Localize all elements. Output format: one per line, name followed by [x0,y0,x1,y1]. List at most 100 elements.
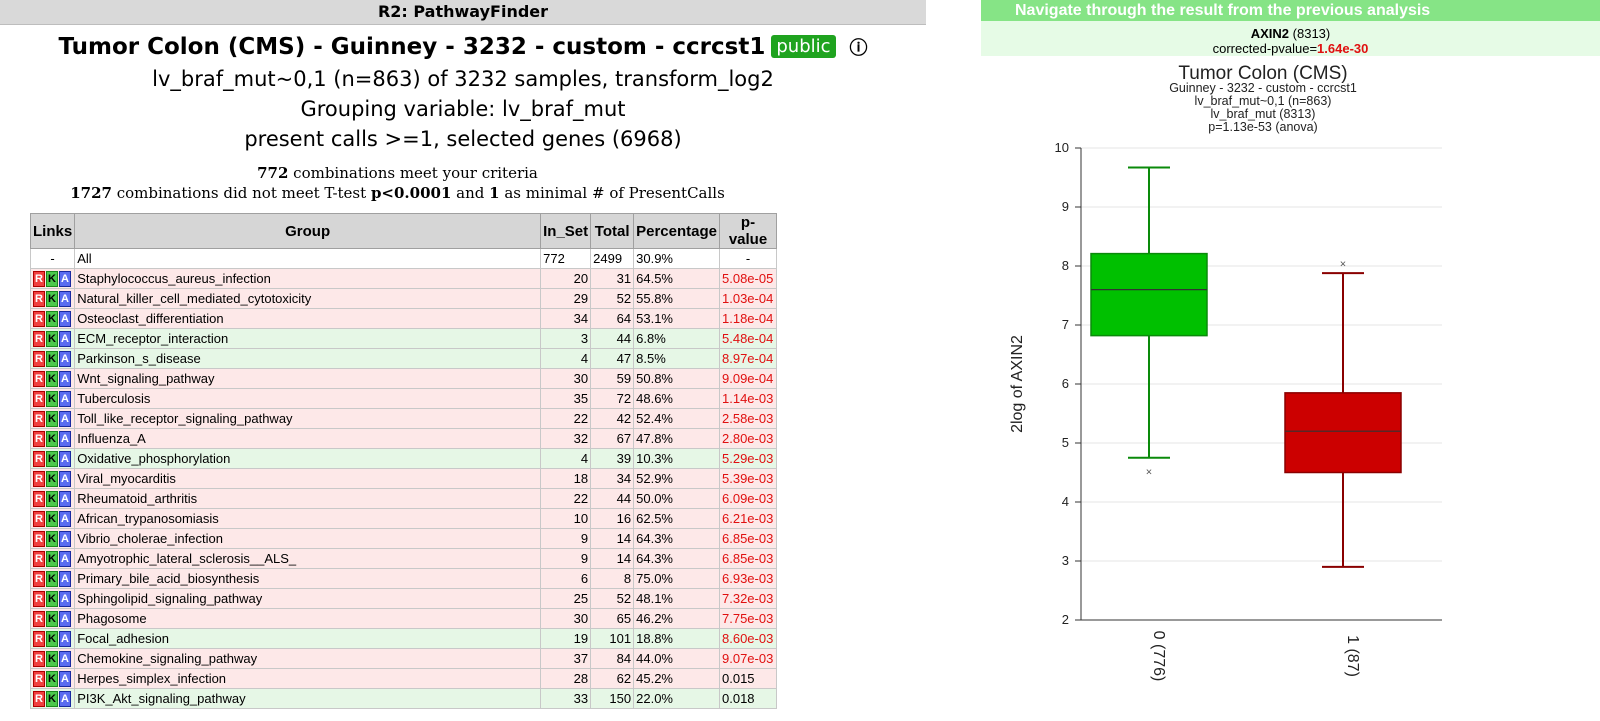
link-a-button[interactable]: A [59,570,71,587]
row-group[interactable]: Sphingolipid_signaling_pathway [74,588,542,609]
link-a-button[interactable]: A [59,550,71,567]
table-row[interactable]: R K A Influenza_A 32 67 47.8% 2.80e-03 [29,428,777,449]
row-group[interactable]: Focal_adhesion [74,628,542,649]
link-r-button[interactable]: R [33,370,45,387]
row-group[interactable]: PI3K_Akt_signaling_pathway [74,688,542,709]
link-k-button[interactable]: K [46,570,58,587]
link-a-button[interactable]: A [59,670,71,687]
link-k-button[interactable]: K [46,530,58,547]
link-k-button[interactable]: K [46,270,58,287]
link-a-button[interactable]: A [59,450,71,467]
link-r-button[interactable]: R [33,550,45,567]
row-group[interactable]: Staphylococcus_aureus_infection [74,268,542,289]
table-row[interactable]: R K A Chemokine_signaling_pathway 37 84 44.0% 9… [29,648,777,669]
gene-line[interactable]: AXIN2 (8313) [981,26,1600,41]
link-a-button[interactable]: A [59,510,71,527]
link-k-button[interactable]: K [46,610,58,627]
link-r-button[interactable]: R [33,410,45,427]
link-r-button[interactable]: R [33,330,45,347]
table-row[interactable]: R K A Osteoclast_differentiation 34 64 53.1% 1.… [29,308,777,329]
link-a-button[interactable]: A [59,370,71,387]
link-r-button[interactable]: R [33,510,45,527]
link-a-button[interactable]: A [59,690,71,707]
link-a-button[interactable]: A [59,530,71,547]
table-row[interactable]: R K A Natural_killer_cell_mediated_cytotoxi… [29,288,777,309]
table-row[interactable]: R K A Focal_adhesion 19 101 18.8% 8.60e-03 [29,628,777,649]
link-r-button[interactable]: R [33,530,45,547]
table-row[interactable]: R K A Parkinson_s_disease 4 47 8.5% 8.97e-04 [29,348,777,369]
link-a-button[interactable]: A [59,350,71,367]
link-r-button[interactable]: R [33,470,45,487]
link-a-button[interactable]: A [59,470,71,487]
link-k-button[interactable]: K [46,630,58,647]
link-a-button[interactable]: A [59,430,71,447]
link-r-button[interactable]: R [33,650,45,667]
link-k-button[interactable]: K [46,350,58,367]
link-r-button[interactable]: R [33,690,45,707]
link-r-button[interactable]: R [33,630,45,647]
gene-name[interactable]: AXIN2 [1251,26,1289,41]
row-group[interactable]: Oxidative_phosphorylation [74,448,542,469]
row-group[interactable]: Phagosome [74,608,542,629]
table-row[interactable]: R K A Sphingolipid_signaling_pathway 25 52 48.… [29,588,777,609]
row-group[interactable]: Parkinson_s_disease [74,348,542,369]
link-k-button[interactable]: K [46,590,58,607]
table-row[interactable]: R K A Wnt_signaling_pathway 30 59 50.8% 9.09e-0… [29,368,777,389]
link-a-button[interactable]: A [59,590,71,607]
row-group[interactable]: Amyotrophic_lateral_sclerosis__ALS_ [74,548,542,569]
row-group[interactable]: ECM_receptor_interaction [74,328,542,349]
table-row[interactable]: R K A Phagosome 30 65 46.2% 7.75e-03 [29,608,777,629]
table-row[interactable]: R K A Vibrio_cholerae_infection 9 14 64.3% 6.85… [29,528,777,549]
link-r-button[interactable]: R [33,450,45,467]
dataset-title[interactable]: Tumor Colon (CMS) - Guinney - 3232 - cus… [58,34,765,60]
link-r-button[interactable]: R [33,290,45,307]
row-group[interactable]: Toll_like_receptor_signaling_pathway [74,408,542,429]
table-row[interactable]: R K A ECM_receptor_interaction 3 44 6.8% 5.48e-… [29,328,777,349]
row-group[interactable]: Primary_bile_acid_biosynthesis [74,568,542,589]
table-row[interactable]: R K A Staphylococcus_aureus_infection 20 31 64… [29,268,777,289]
row-group[interactable]: Natural_killer_cell_mediated_cytotoxicit… [74,288,542,309]
link-k-button[interactable]: K [46,650,58,667]
link-a-button[interactable]: A [59,490,71,507]
row-group[interactable]: Wnt_signaling_pathway [74,368,542,389]
table-row[interactable]: R K A Amyotrophic_lateral_sclerosis__ALS_ 9 1… [29,548,777,569]
row-group[interactable]: Osteoclast_differentiation [74,308,542,329]
row-group[interactable]: Vibrio_cholerae_infection [74,528,542,549]
link-k-button[interactable]: K [46,330,58,347]
link-r-button[interactable]: R [33,310,45,327]
link-k-button[interactable]: K [46,470,58,487]
link-k-button[interactable]: K [46,430,58,447]
row-group[interactable]: Viral_myocarditis [74,468,542,489]
link-k-button[interactable]: K [46,410,58,427]
link-a-button[interactable]: A [59,390,71,407]
link-k-button[interactable]: K [46,370,58,387]
table-row[interactable]: R K A Viral_myocarditis 18 34 52.9% 5.39e-03 [29,468,777,489]
link-a-button[interactable]: A [59,610,71,627]
link-k-button[interactable]: K [46,490,58,507]
link-r-button[interactable]: R [33,670,45,687]
boxplot-chart[interactable]: Tumor Colon (CMS) Guinney - 3232 - custo… [981,56,1600,721]
info-icon[interactable]: ⓘ [850,34,868,60]
table-row[interactable]: R K A Tuberculosis 35 72 48.6% 1.14e-03 [29,388,777,409]
row-group[interactable]: Influenza_A [74,428,542,449]
link-k-button[interactable]: K [46,450,58,467]
col-percentage[interactable]: Percentage [633,213,720,249]
link-r-button[interactable]: R [33,590,45,607]
link-r-button[interactable]: R [33,390,45,407]
col-group[interactable]: Group [74,213,542,249]
link-a-button[interactable]: A [59,310,71,327]
link-k-button[interactable]: K [46,670,58,687]
link-k-button[interactable]: K [46,390,58,407]
link-r-button[interactable]: R [33,270,45,287]
row-group[interactable]: Tuberculosis [74,388,542,409]
table-row[interactable]: R K A Herpes_simplex_infection 28 62 45.2% 0.01… [29,668,777,689]
link-r-button[interactable]: R [33,350,45,367]
link-k-button[interactable]: K [46,690,58,707]
row-group[interactable]: Herpes_simplex_infection [74,668,542,689]
col-in-set[interactable]: In_Set [540,213,592,249]
row-group[interactable]: African_trypanosomiasis [74,508,542,529]
link-a-button[interactable]: A [59,630,71,647]
col-pvalue[interactable]: p-value [719,213,777,249]
table-row[interactable]: R K A Rheumatoid_arthritis 22 44 50.0% 6.09e-03 [29,488,777,509]
link-a-button[interactable]: A [59,650,71,667]
